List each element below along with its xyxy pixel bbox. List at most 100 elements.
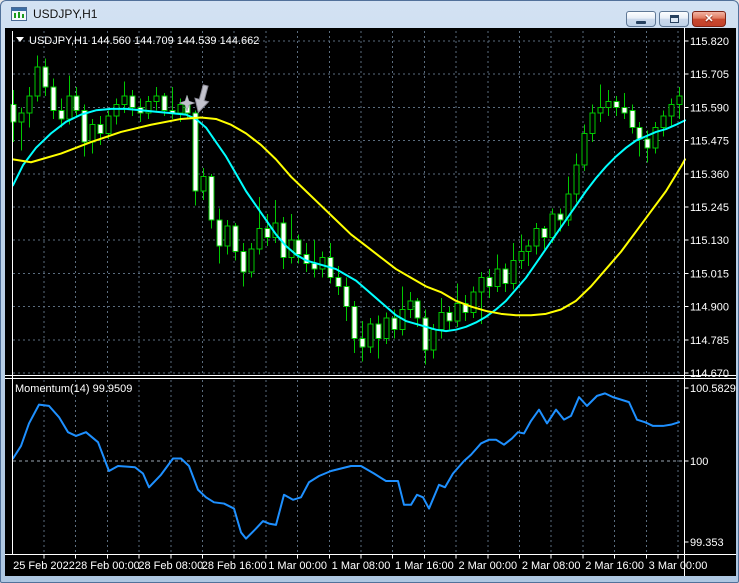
price-axis-label: 115.130	[690, 235, 729, 247]
momentum-axis-label: 100.5829	[690, 383, 736, 395]
candle-body	[50, 86, 57, 111]
chart-window: USDJPY,H1 ✕ 115.820 115.705 115.590 115.475…	[0, 0, 739, 583]
candle-body	[161, 95, 168, 111]
candle-body	[573, 164, 580, 195]
price-axis-label: 114.670	[690, 368, 729, 380]
candle-body	[486, 277, 493, 287]
candle-body	[343, 285, 350, 308]
ohlc-readout: USDJPY,H1 144.560 144.709 144.539 144.66…	[29, 35, 259, 47]
candle-body	[248, 248, 255, 273]
titlebar[interactable]: USDJPY,H1 ✕	[1, 1, 738, 28]
candle-body	[414, 300, 421, 319]
candle-body	[446, 311, 453, 322]
candle-body	[34, 66, 41, 97]
candle-body	[668, 104, 675, 117]
chart-window-icon	[11, 7, 27, 21]
minimize-icon	[636, 21, 646, 24]
candle-body	[295, 239, 302, 256]
chart-client-area: 115.820 115.705 115.590 115.475 115.360 115.2…	[5, 28, 736, 576]
time-axis-label: 2 Mar 08:00	[522, 560, 581, 572]
time-axis-label: 25 Feb 2022	[13, 560, 75, 572]
candle-body	[454, 303, 461, 322]
window-title: USDJPY,H1	[33, 7, 98, 21]
price-axis-label: 115.590	[690, 102, 729, 114]
candle-body	[105, 115, 112, 134]
price-axis-label: 115.705	[690, 69, 729, 81]
candle-body	[676, 95, 683, 106]
candle-body	[66, 95, 73, 120]
price-axis-label: 115.475	[690, 136, 729, 148]
time-axis-label: 1 Mar 16:00	[395, 560, 454, 572]
close-button[interactable]: ✕	[692, 11, 726, 27]
candle-body	[129, 95, 136, 108]
candle-body	[605, 101, 612, 108]
candle-body	[502, 268, 509, 285]
candle-body	[660, 115, 667, 129]
candle-body	[256, 228, 263, 250]
maximize-button[interactable]	[659, 11, 689, 27]
price-axis-label: 115.015	[690, 268, 729, 280]
momentum-axis-label: 100	[690, 456, 708, 468]
candle-body	[26, 95, 33, 114]
symbol-dropdown-icon[interactable]	[16, 37, 24, 42]
time-axis-label: 1 Mar 08:00	[332, 560, 391, 572]
candle-body	[525, 245, 532, 253]
candle-body	[478, 277, 485, 293]
candle-body	[335, 277, 342, 287]
candle-body	[177, 104, 184, 114]
candle-body	[407, 300, 414, 310]
time-axis-label: 2 Mar 16:00	[585, 560, 644, 572]
candle-body	[319, 257, 326, 270]
candle-body	[208, 176, 215, 221]
time-axis-label: 28 Feb 00:00	[75, 560, 140, 572]
candle-body	[367, 323, 374, 348]
candle-body	[121, 95, 128, 106]
candle-body	[438, 311, 445, 331]
candle-body	[240, 251, 247, 273]
candle-body	[200, 176, 207, 192]
candle-body	[589, 112, 596, 134]
candle-body	[613, 101, 620, 108]
candle-body	[264, 228, 271, 238]
candle-body	[541, 228, 548, 238]
candle-body	[533, 228, 540, 247]
down-arrow-annotation[interactable]	[192, 84, 213, 115]
candle-body	[97, 124, 104, 134]
candle-body	[383, 317, 390, 339]
close-icon: ✕	[704, 13, 714, 25]
candle-body	[73, 95, 80, 111]
chart-canvas[interactable]: 115.820 115.705 115.590 115.475 115.360 115.2…	[5, 28, 736, 576]
candle-body	[58, 109, 65, 120]
candle-body	[430, 329, 437, 351]
candle-body	[510, 259, 517, 285]
candle-body	[597, 106, 604, 114]
candle-body	[89, 124, 96, 143]
candle-body	[581, 132, 588, 166]
candlesticks	[10, 55, 683, 365]
price-axis-label: 115.820	[690, 36, 729, 48]
candle-body	[470, 291, 477, 313]
price-axis-label: 114.900	[690, 302, 729, 314]
candle-body	[644, 138, 651, 149]
price-axis-label: 114.785	[690, 335, 729, 347]
candle-body	[192, 112, 199, 192]
candle-body	[629, 109, 636, 129]
time-axis-label: 3 Mar 00:00	[649, 560, 708, 572]
candle-body	[375, 323, 382, 339]
maximize-icon	[669, 15, 679, 23]
time-axis-label: 2 Mar 00:00	[458, 560, 517, 572]
momentum-axis-label: 99.353	[690, 537, 724, 549]
candle-body	[232, 225, 239, 253]
candle-body	[10, 104, 17, 123]
candle-body	[621, 106, 628, 114]
annotation-layer	[178, 84, 213, 115]
candle-body	[518, 251, 525, 261]
candle-body	[153, 95, 160, 103]
minimize-button[interactable]	[626, 11, 656, 27]
candle-body	[391, 317, 398, 331]
candle-body	[422, 317, 429, 351]
momentum-indicator-label: Momentum(14) 99.9509	[15, 383, 132, 395]
caption-buttons: ✕	[626, 11, 726, 27]
time-axis-label: 1 Mar 00:00	[268, 560, 327, 572]
time-axis-label: 28 Feb 16:00	[202, 560, 267, 572]
